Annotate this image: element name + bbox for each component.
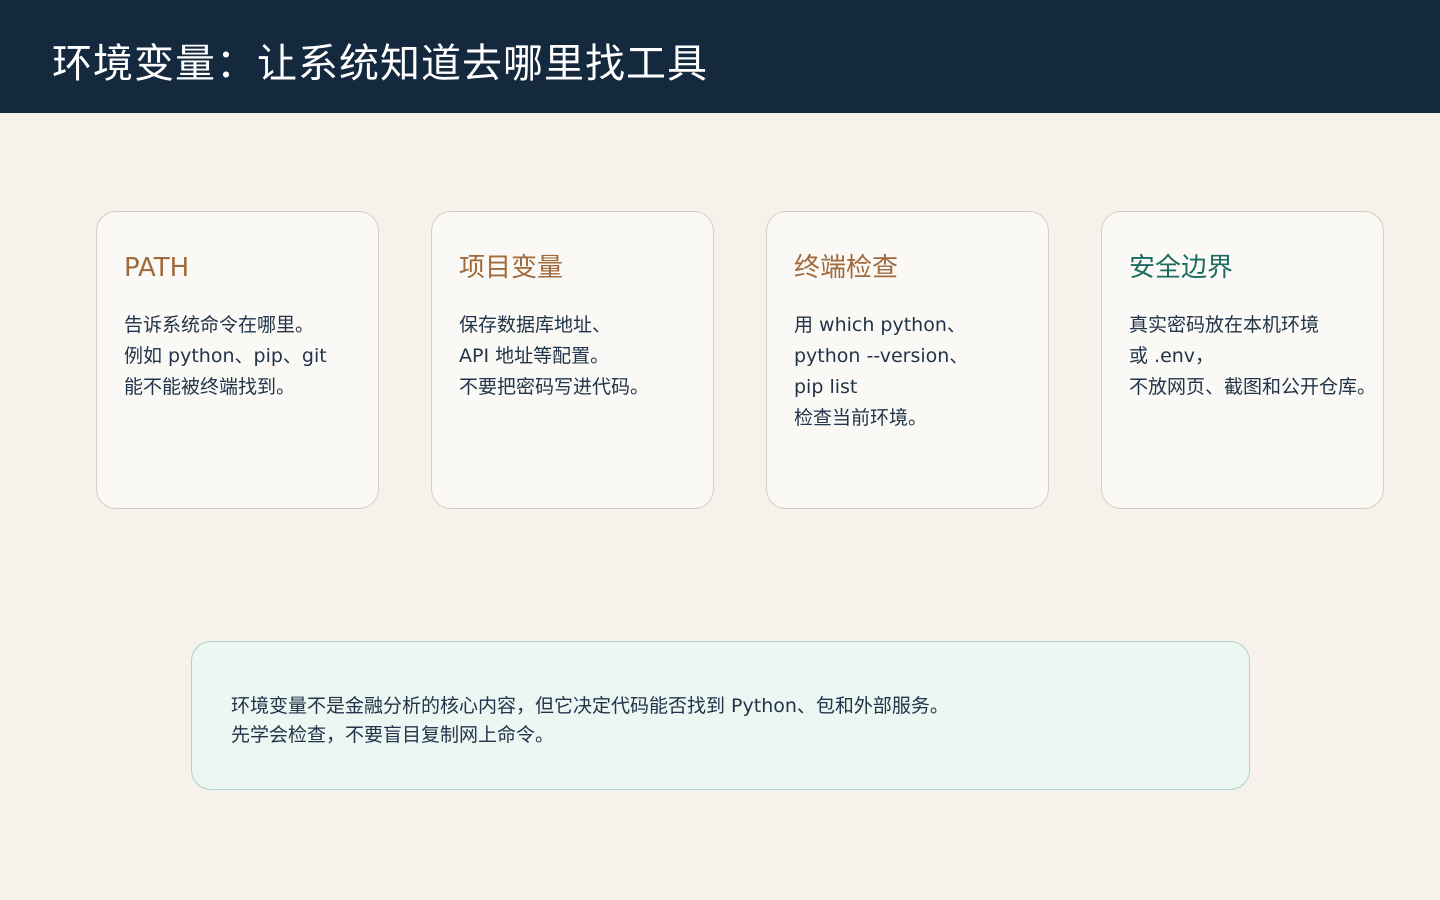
note-line: 先学会检查，不要盲目复制网上命令。 bbox=[231, 724, 555, 746]
card-line: 例如 python、pip、git bbox=[124, 345, 327, 367]
card-path: PATH 告诉系统命令在哪里。 例如 python、pip、git 能不能被终端… bbox=[96, 211, 379, 509]
card-line: 或 .env， bbox=[1129, 345, 1215, 367]
card-title: 项目变量 bbox=[459, 253, 564, 283]
card-body: 用 which python、 python --version、 pip li… bbox=[794, 310, 968, 434]
card-body: 真实密码放在本机环境 或 .env， 不放网页、截图和公开仓库。 bbox=[1129, 310, 1376, 403]
card-title: 终端检查 bbox=[794, 253, 899, 283]
card-line: 保存数据库地址、 bbox=[459, 314, 612, 336]
card-title: PATH bbox=[124, 253, 190, 283]
card-security: 安全边界 真实密码放在本机环境 或 .env， 不放网页、截图和公开仓库。 bbox=[1101, 211, 1384, 509]
card-line: 检查当前环境。 bbox=[794, 407, 928, 429]
card-line: 真实密码放在本机环境 bbox=[1129, 314, 1320, 336]
note-line: 环境变量不是金融分析的核心内容，但它决定代码能否找到 Python、包和外部服务… bbox=[231, 695, 949, 717]
note-body: 环境变量不是金融分析的核心内容，但它决定代码能否找到 Python、包和外部服务… bbox=[231, 692, 949, 750]
card-terminal-check: 终端检查 用 which python、 python --version、 p… bbox=[766, 211, 1049, 509]
page-title: 环境变量：让系统知道去哪里找工具 bbox=[52, 41, 708, 87]
card-body: 保存数据库地址、 API 地址等配置。 不要把密码写进代码。 bbox=[459, 310, 649, 403]
card-line: pip list bbox=[794, 376, 858, 398]
summary-note: 环境变量不是金融分析的核心内容，但它决定代码能否找到 Python、包和外部服务… bbox=[191, 641, 1250, 790]
card-line: python --version、 bbox=[794, 345, 969, 367]
card-line: 用 which python、 bbox=[794, 314, 966, 336]
card-line: 不要把密码写进代码。 bbox=[459, 376, 650, 398]
card-title: 安全边界 bbox=[1129, 253, 1234, 283]
card-line: 不放网页、截图和公开仓库。 bbox=[1129, 376, 1377, 398]
card-line: 能不能被终端找到。 bbox=[124, 376, 296, 398]
card-line: API 地址等配置。 bbox=[459, 345, 610, 367]
card-body: 告诉系统命令在哪里。 例如 python、pip、git 能不能被终端找到。 bbox=[124, 310, 327, 403]
page-header: 环境变量：让系统知道去哪里找工具 bbox=[0, 0, 1440, 113]
card-line: 告诉系统命令在哪里。 bbox=[124, 314, 315, 336]
card-project-vars: 项目变量 保存数据库地址、 API 地址等配置。 不要把密码写进代码。 bbox=[431, 211, 714, 509]
